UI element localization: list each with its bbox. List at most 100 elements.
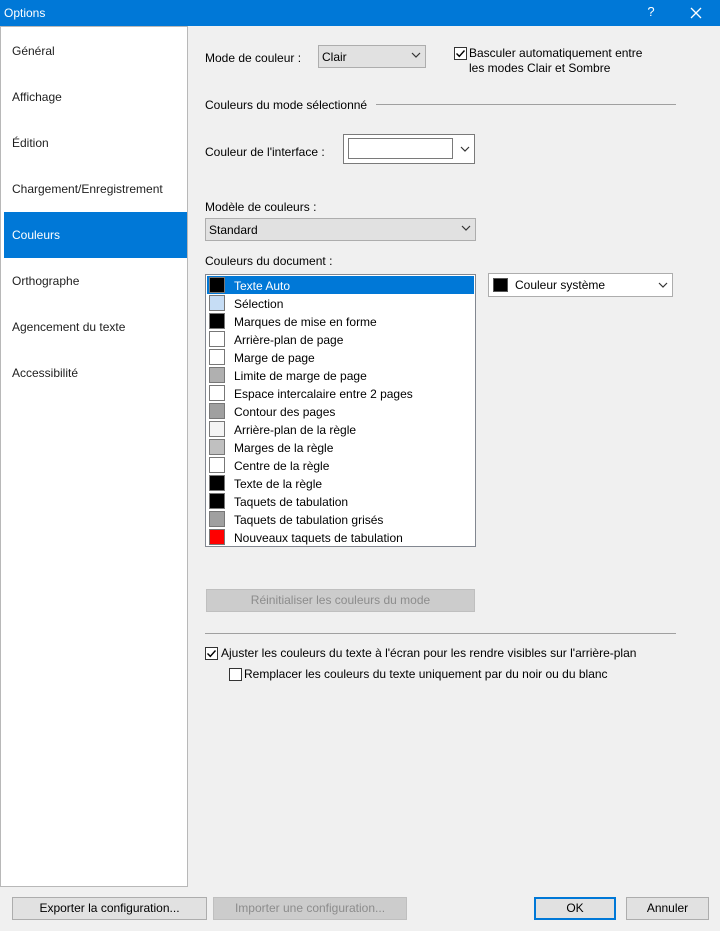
list-item[interactable]: Limite de marge de page: [207, 366, 474, 384]
color-swatch: [209, 295, 225, 311]
sidebar-item-label: Général: [12, 44, 55, 58]
color-swatch: [209, 313, 225, 329]
help-button[interactable]: ?: [641, 4, 661, 19]
chevron-down-icon: [461, 225, 471, 231]
export-config-button[interactable]: Exporter la configuration...: [12, 897, 207, 920]
sidebar-item-accessibility[interactable]: Accessibilité: [4, 350, 187, 396]
list-item-label: Nouveaux taquets de tabulation: [234, 531, 403, 545]
list-item[interactable]: Espace intercalaire entre 2 pages: [207, 384, 474, 402]
sidebar-item-label: Couleurs: [12, 228, 61, 242]
doc-colors-label: Couleurs du document :: [205, 254, 333, 268]
list-item[interactable]: Sélection: [207, 294, 474, 312]
list-item-label: Arrière-plan de page: [234, 333, 344, 347]
sidebar: Général Affichage Édition Chargement/Enr…: [0, 26, 188, 887]
color-model-value: Standard: [209, 223, 258, 237]
sidebar-item-label: Orthographe: [12, 274, 80, 288]
list-item[interactable]: Marges de la règle: [207, 438, 474, 456]
list-item-label: Texte de la règle: [234, 477, 323, 491]
color-swatch: [209, 493, 225, 509]
interface-color-swatch: [348, 138, 453, 159]
color-swatch: [209, 331, 225, 347]
list-item[interactable]: Taquets de tabulation: [207, 492, 474, 510]
ok-button[interactable]: OK: [534, 897, 616, 920]
replace-colors-checkbox[interactable]: [229, 668, 242, 681]
color-swatch: [209, 457, 225, 473]
title-bar: Options ?: [0, 0, 720, 26]
color-swatch: [209, 511, 225, 527]
color-swatch: [209, 439, 225, 455]
sidebar-item-load-save[interactable]: Chargement/Enregistrement: [4, 166, 187, 212]
section-title: Couleurs du mode sélectionné: [205, 98, 368, 112]
sidebar-item-display[interactable]: Affichage: [4, 74, 187, 120]
list-item-label: Limite de marge de page: [234, 369, 367, 383]
list-item-label: Taquets de tabulation: [234, 495, 349, 509]
auto-switch-label-1: Basculer automatiquement entre: [469, 46, 643, 60]
list-item-label: Marges de la règle: [234, 441, 334, 455]
color-mode-value: Clair: [322, 50, 347, 64]
system-color-select[interactable]: Couleur système: [488, 273, 673, 297]
sidebar-item-colors[interactable]: Couleurs: [4, 212, 187, 258]
cancel-button[interactable]: Annuler: [626, 897, 709, 920]
adjust-colors-checkbox[interactable]: [205, 647, 218, 660]
chevron-down-icon: [658, 282, 668, 288]
list-item[interactable]: Nouveaux taquets de tabulation: [207, 528, 474, 546]
color-swatch: [209, 475, 225, 491]
sidebar-item-editing[interactable]: Édition: [4, 120, 187, 166]
chevron-down-icon: [460, 146, 470, 152]
list-item-label: Marques de mise en forme: [234, 315, 377, 329]
auto-switch-checkbox[interactable]: [454, 47, 467, 60]
checkmark-icon: [456, 50, 466, 58]
window-title: Options: [4, 6, 46, 20]
color-model-select[interactable]: Standard: [205, 218, 476, 241]
color-mode-label: Mode de couleur :: [205, 51, 302, 65]
list-item-label: Texte Auto: [234, 279, 291, 293]
list-item-label: Marge de page: [234, 351, 315, 365]
list-item-label: Espace intercalaire entre 2 pages: [234, 387, 413, 401]
list-item[interactable]: Marge de page: [207, 348, 474, 366]
sidebar-item-general[interactable]: Général: [4, 28, 187, 74]
sidebar-item-label: Affichage: [12, 90, 62, 104]
auto-switch-label-2: les modes Clair et Sombre: [469, 61, 611, 75]
list-item-label: Contour des pages: [234, 405, 336, 419]
chevron-down-icon: [411, 52, 421, 58]
color-model-label: Modèle de couleurs :: [205, 200, 317, 214]
list-item-label: Centre de la règle: [234, 459, 330, 473]
close-icon: [690, 7, 702, 19]
list-item[interactable]: Arrière-plan de page: [207, 330, 474, 348]
list-item-label: Sélection: [234, 297, 284, 311]
sidebar-item-label: Accessibilité: [12, 366, 79, 380]
color-swatch: [209, 403, 225, 419]
section-divider: [376, 104, 676, 105]
import-config-button[interactable]: Importer une configuration...: [213, 897, 407, 920]
list-item[interactable]: Arrière-plan de la règle: [207, 420, 474, 438]
sidebar-item-label: Édition: [12, 136, 49, 150]
doc-colors-list[interactable]: Texte Auto Sélection Marques de mise en fo…: [205, 274, 476, 547]
color-mode-select[interactable]: Clair: [318, 45, 426, 68]
checkmark-icon: [207, 650, 217, 658]
sidebar-item-spelling[interactable]: Orthographe: [4, 258, 187, 304]
interface-color-label: Couleur de l'interface :: [205, 145, 325, 159]
list-item[interactable]: Texte Auto: [207, 276, 474, 294]
color-swatch: [209, 349, 225, 365]
replace-colors-label: Remplacer les couleurs du texte uniqueme…: [244, 667, 608, 681]
color-swatch: [209, 421, 225, 437]
adjust-colors-label: Ajuster les couleurs du texte à l'écran …: [221, 646, 637, 660]
list-item[interactable]: Marques de mise en forme: [207, 312, 474, 330]
list-item-label: Taquets de tabulation grisés: [234, 513, 384, 527]
close-button[interactable]: [682, 2, 710, 24]
system-color-swatch: [493, 278, 508, 292]
color-swatch: [209, 529, 225, 545]
sidebar-item-text-layout[interactable]: Agencement du texte: [4, 304, 187, 350]
options-divider: [205, 633, 676, 634]
reset-colors-button[interactable]: Réinitialiser les couleurs du mode: [206, 589, 475, 612]
sidebar-item-label: Chargement/Enregistrement: [12, 182, 163, 196]
list-item[interactable]: Centre de la règle: [207, 456, 474, 474]
list-item[interactable]: Taquets de tabulation grisés: [207, 510, 474, 528]
interface-color-picker[interactable]: [343, 134, 475, 164]
list-item-label: Arrière-plan de la règle: [234, 423, 357, 437]
system-color-value: Couleur système: [515, 278, 606, 292]
color-swatch: [209, 385, 225, 401]
list-item[interactable]: Texte de la règle: [207, 474, 474, 492]
color-swatch: [209, 367, 225, 383]
list-item[interactable]: Contour des pages: [207, 402, 474, 420]
